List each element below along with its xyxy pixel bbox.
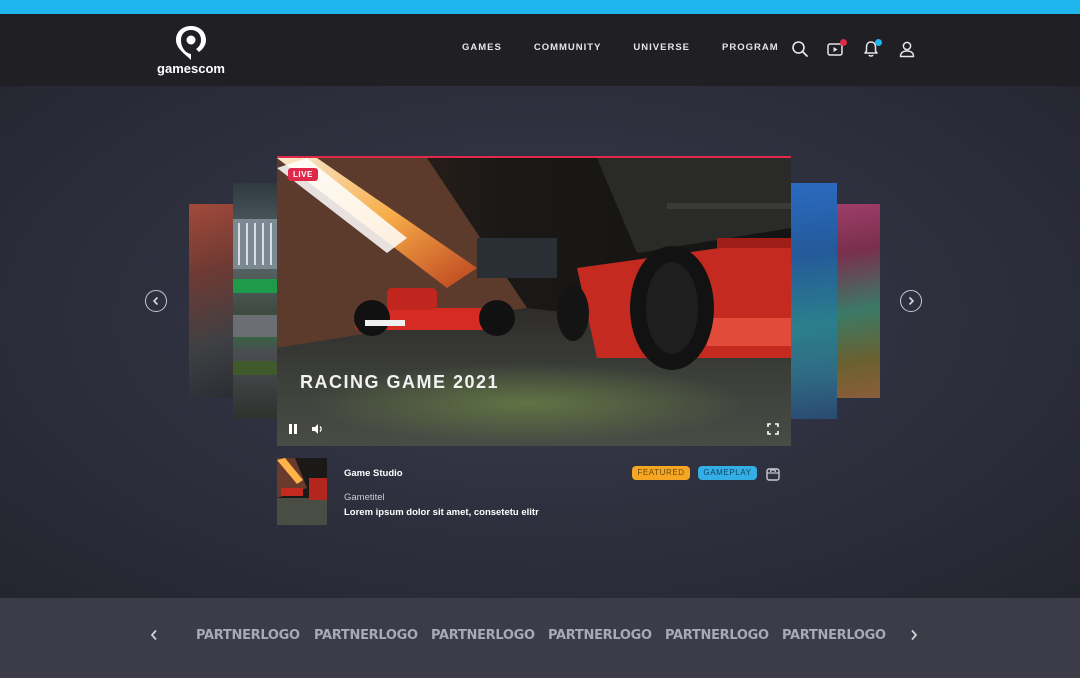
search-icon — [792, 41, 808, 57]
carousel-card-right-1[interactable] — [789, 183, 837, 419]
volume-button[interactable] — [310, 422, 324, 441]
live-badge: LIVE — [288, 168, 318, 181]
partner-logo-6[interactable]: PARTNERLOGO — [782, 628, 886, 643]
video-notification-badge — [840, 39, 847, 46]
hero-carousel: LIVE RACING GAME 2021 Game Studio Gameti… — [0, 86, 1080, 598]
carousel-card-left-2[interactable] — [189, 204, 235, 398]
featured-video[interactable]: LIVE RACING GAME 2021 — [277, 156, 791, 446]
fullscreen-icon — [767, 423, 779, 435]
notification-badge — [875, 39, 882, 46]
nav-community[interactable]: COMMUNITY — [534, 42, 602, 53]
partners-prev-button[interactable] — [146, 626, 162, 644]
main-nav: GAMES COMMUNITY UNIVERSE PROGRAM — [462, 42, 811, 53]
carousel-next-button[interactable] — [900, 290, 922, 312]
partner-strip: PARTNERLOGO PARTNERLOGO PARTNERLOGO PART… — [0, 598, 1080, 678]
volume-icon — [312, 424, 322, 434]
carousel-prev-button[interactable] — [145, 290, 167, 312]
game-title: Gametitel — [344, 492, 385, 503]
stadium-image — [233, 219, 279, 375]
partners-next-button[interactable] — [906, 626, 922, 644]
video-thumbnail[interactable] — [277, 458, 327, 525]
partner-logo-5[interactable]: PARTNERLOGO — [665, 628, 769, 643]
shopping-bag-icon — [766, 468, 780, 481]
gameplay-tag[interactable]: GAMEPLAY — [698, 466, 757, 480]
user-icon — [899, 41, 915, 58]
carousel-card-left-1[interactable] — [233, 183, 279, 419]
nav-universe[interactable]: UNIVERSE — [633, 42, 690, 53]
partner-logo-3[interactable]: PARTNERLOGO — [431, 628, 535, 643]
nav-games[interactable]: GAMES — [462, 42, 502, 53]
pause-icon — [289, 424, 297, 434]
gamescom-logo[interactable]: gamescom — [150, 24, 232, 80]
video-title: RACING GAME 2021 — [300, 372, 500, 392]
partner-logo-1[interactable]: PARTNERLOGO — [196, 628, 300, 643]
logo-pin-icon — [176, 26, 206, 60]
carousel-card-right-2[interactable] — [832, 204, 880, 398]
chevron-left-icon — [152, 296, 159, 306]
nav-program[interactable]: PROGRAM — [722, 42, 779, 53]
site-header: gamescom GAMES COMMUNITY UNIVERSE PROGRA… — [0, 14, 1080, 86]
partner-logo-2[interactable]: PARTNERLOGO — [314, 628, 418, 643]
video-button[interactable] — [825, 39, 847, 59]
notifications-button[interactable] — [861, 39, 882, 59]
shop-button[interactable] — [764, 464, 782, 482]
chevron-left-icon — [150, 629, 157, 641]
thumbnail-image — [277, 458, 327, 525]
partner-logo-4[interactable]: PARTNERLOGO — [548, 628, 652, 643]
chevron-right-icon — [911, 629, 918, 641]
logo-text: gamescom — [157, 61, 225, 76]
search-button[interactable] — [790, 39, 810, 59]
top-accent-bar — [0, 0, 1080, 14]
chevron-right-icon — [908, 296, 915, 306]
featured-tag[interactable]: FEATURED — [632, 466, 690, 480]
fullscreen-button[interactable] — [766, 422, 780, 441]
racing-game-image — [277, 158, 791, 446]
game-description: Lorem ipsum dolor sit amet, consetetu el… — [344, 507, 539, 518]
account-button[interactable] — [897, 39, 917, 59]
game-studio: Game Studio — [344, 468, 403, 479]
pause-button[interactable] — [286, 422, 300, 441]
